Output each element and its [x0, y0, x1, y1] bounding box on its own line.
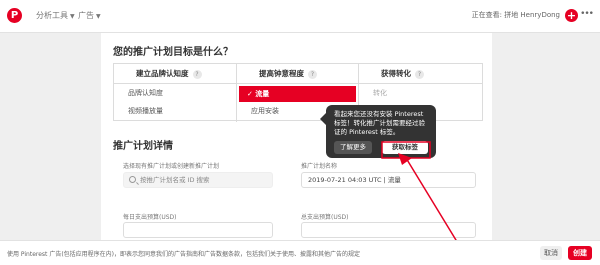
- get-tag-button[interactable]: 获取标签: [382, 141, 428, 154]
- chevron-down-icon: ▼: [96, 13, 101, 20]
- goal-column-header: 建立品牌认知度?: [114, 64, 236, 84]
- total-budget-field[interactable]: [301, 222, 476, 238]
- top-bar: P 分析工具 ▼ 广告 ▼ 正在查看: 拼地 HenryDong + •••: [0, 0, 600, 33]
- nav-ads[interactable]: 广告 ▼: [78, 10, 101, 21]
- nav-ads-label: 广告: [78, 11, 94, 20]
- pinterest-tag-tooltip: 看起来您还没有安装 Pinterest 标签！转化推广计划需要经过验证的 Pin…: [320, 105, 436, 158]
- goal-column-header-label: 提高钟意程度: [259, 69, 304, 78]
- bottom-bar: 使用 Pinterest 广告(包括应用程序在内)，即表示您同意我们的广告指南和…: [0, 240, 600, 265]
- goal-option-video-views[interactable]: 视频播放量: [114, 102, 236, 120]
- goal-option-conversions[interactable]: 转化: [359, 84, 482, 102]
- detail-title: 推广计划详情: [113, 141, 173, 152]
- terms-text: 使用 Pinterest 广告(包括应用程序在内)，即表示您同意我们的广告指南和…: [7, 251, 361, 258]
- goal-option-traffic[interactable]: ✓ 流量: [239, 86, 356, 102]
- goal-title: 您的推广计划目标是什么？: [113, 47, 233, 58]
- campaign-name-label: 推广计划名称: [301, 163, 338, 170]
- chevron-down-icon: ▼: [70, 13, 75, 20]
- tooltip-message: 看起来您还没有安装 Pinterest 标签！转化推广计划需要经过验证的 Pin…: [334, 110, 425, 136]
- daily-budget-field[interactable]: [123, 222, 273, 238]
- nav-analytics[interactable]: 分析工具 ▼: [36, 10, 75, 21]
- account-switcher[interactable]: 正在查看: 拼地 HenryDong: [472, 10, 560, 20]
- goal-column-header: 获得转化?: [359, 64, 482, 84]
- goal-column-header-label: 建立品牌认知度: [136, 69, 189, 78]
- daily-budget-label: 每日支出预算(USD): [123, 214, 177, 221]
- goal-column-awareness: 建立品牌认知度? 品牌认知度 视频播放量: [114, 64, 237, 122]
- more-options-icon[interactable]: •••: [580, 9, 594, 19]
- campaign-name-field[interactable]: 2019-07-21 04:03 UTC | 流量: [301, 172, 476, 188]
- goal-column-header: 提高钟意程度?: [237, 64, 358, 84]
- learn-more-button[interactable]: 了解更多: [334, 141, 372, 154]
- help-icon[interactable]: ?: [308, 70, 317, 79]
- help-icon[interactable]: ?: [192, 70, 202, 79]
- campaign-select-label: 选择现有推广计划或创建新推广计划: [123, 163, 220, 170]
- cancel-button[interactable]: 取消: [540, 246, 562, 260]
- create-plus-button[interactable]: +: [565, 9, 578, 22]
- search-icon: [129, 176, 136, 183]
- campaign-search-placeholder: 按推广计划名或 ID 搜索: [140, 176, 210, 184]
- goal-column-header-label: 获得转化: [381, 69, 411, 78]
- help-icon[interactable]: ?: [415, 70, 424, 79]
- pinterest-logo-icon[interactable]: P: [7, 8, 22, 23]
- total-budget-label: 总支出预算(USD): [301, 214, 349, 221]
- create-button[interactable]: 创建: [568, 246, 592, 260]
- campaign-search-input[interactable]: 按推广计划名或 ID 搜索: [123, 172, 273, 188]
- goal-option-brand-awareness[interactable]: 品牌认知度: [114, 84, 236, 102]
- nav-analytics-label: 分析工具: [36, 11, 68, 20]
